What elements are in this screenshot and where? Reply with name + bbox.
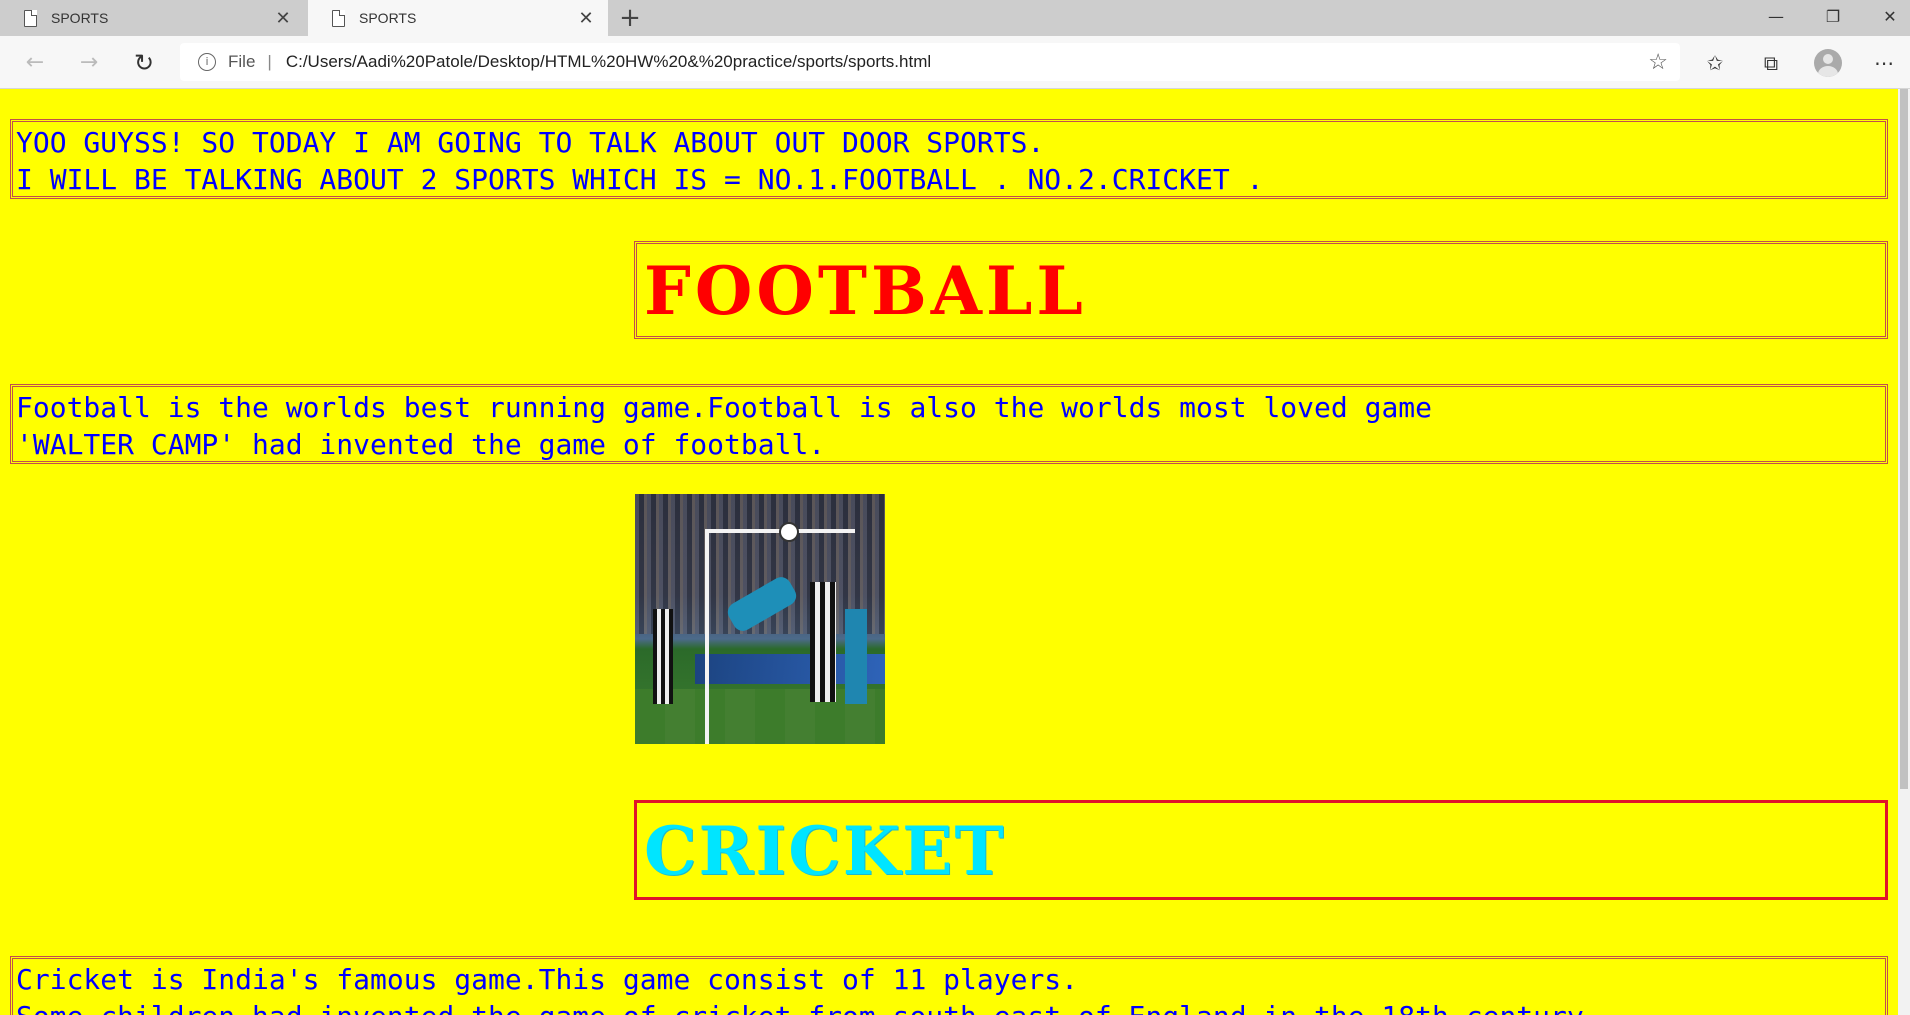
football-line-1: Football is the worlds best running game… bbox=[16, 391, 1433, 424]
page-icon bbox=[24, 9, 37, 27]
collections-icon[interactable]: ⧉ bbox=[1753, 46, 1789, 80]
page-icon bbox=[332, 9, 345, 27]
intro-line-1: YOO GUYSS! SO TODAY I AM GOING TO TALK A… bbox=[16, 126, 1045, 159]
scheme-label: File bbox=[228, 52, 256, 71]
url-text[interactable]: C:/Users/Aadi%20Patole/Desktop/HTML%20HW… bbox=[286, 52, 931, 72]
scrollbar-thumb[interactable] bbox=[1900, 89, 1908, 789]
cricket-line-2: Some children had invented the game of c… bbox=[16, 998, 1882, 1015]
tab-title: SPORTS bbox=[51, 10, 109, 26]
tab-sports-2[interactable]: SPORTS ✕ bbox=[308, 0, 608, 36]
tab-sports-1[interactable]: SPORTS ✕ bbox=[0, 0, 305, 36]
close-icon[interactable]: ✕ bbox=[574, 8, 598, 29]
cricket-heading: CRICKET bbox=[644, 812, 1006, 890]
profile-avatar-icon[interactable] bbox=[1810, 46, 1846, 80]
cricket-paragraph: Cricket is India's famous game.This game… bbox=[10, 956, 1888, 1015]
favorites-icon[interactable]: ✩ bbox=[1697, 46, 1733, 80]
reload-icon[interactable]: ↻ bbox=[127, 46, 161, 80]
address-toolbar: ← → ↻ i File | C:/Users/Aadi%20Patole/De… bbox=[0, 36, 1910, 89]
forward-arrow-icon[interactable]: → bbox=[72, 46, 106, 80]
cricket-heading-box: CRICKET bbox=[634, 800, 1888, 900]
tab-strip: SPORTS ✕ SPORTS ✕ + — ❐ ✕ bbox=[0, 0, 1910, 36]
football-line-2: 'WALTER CAMP' had invented the game of f… bbox=[16, 428, 826, 461]
vertical-scrollbar[interactable] bbox=[1898, 89, 1910, 1015]
address-bar[interactable]: i File | C:/Users/Aadi%20Patole/Desktop/… bbox=[180, 43, 1680, 81]
close-icon[interactable]: ✕ bbox=[271, 8, 295, 29]
restore-window-button[interactable]: ❐ bbox=[1805, 0, 1861, 36]
more-menu-icon[interactable]: ⋯ bbox=[1866, 46, 1902, 80]
football-heading-box: FOOTBALL bbox=[634, 241, 1888, 339]
football-ball bbox=[779, 522, 799, 542]
address-separator: | bbox=[267, 52, 272, 71]
avatar bbox=[1814, 49, 1842, 77]
football-image bbox=[635, 494, 885, 744]
page-viewport: YOO GUYSS! SO TODAY I AM GOING TO TALK A… bbox=[0, 89, 1910, 1015]
intro-box: YOO GUYSS! SO TODAY I AM GOING TO TALK A… bbox=[10, 119, 1888, 199]
star-icon[interactable]: ☆ bbox=[1648, 49, 1668, 75]
back-arrow-icon[interactable]: ← bbox=[18, 46, 52, 80]
info-icon[interactable]: i bbox=[198, 53, 216, 71]
tab-title: SPORTS bbox=[359, 10, 417, 26]
new-tab-button[interactable]: + bbox=[614, 2, 646, 34]
cricket-line-1: Cricket is India's famous game.This game… bbox=[16, 963, 1079, 996]
close-window-button[interactable]: ✕ bbox=[1862, 0, 1910, 36]
football-paragraph: Football is the worlds best running game… bbox=[10, 384, 1888, 464]
minimize-window-button[interactable]: — bbox=[1748, 0, 1804, 36]
football-heading: FOOTBALL bbox=[644, 252, 1087, 330]
intro-line-2: I WILL BE TALKING ABOUT 2 SPORTS WHICH I… bbox=[16, 163, 1264, 196]
